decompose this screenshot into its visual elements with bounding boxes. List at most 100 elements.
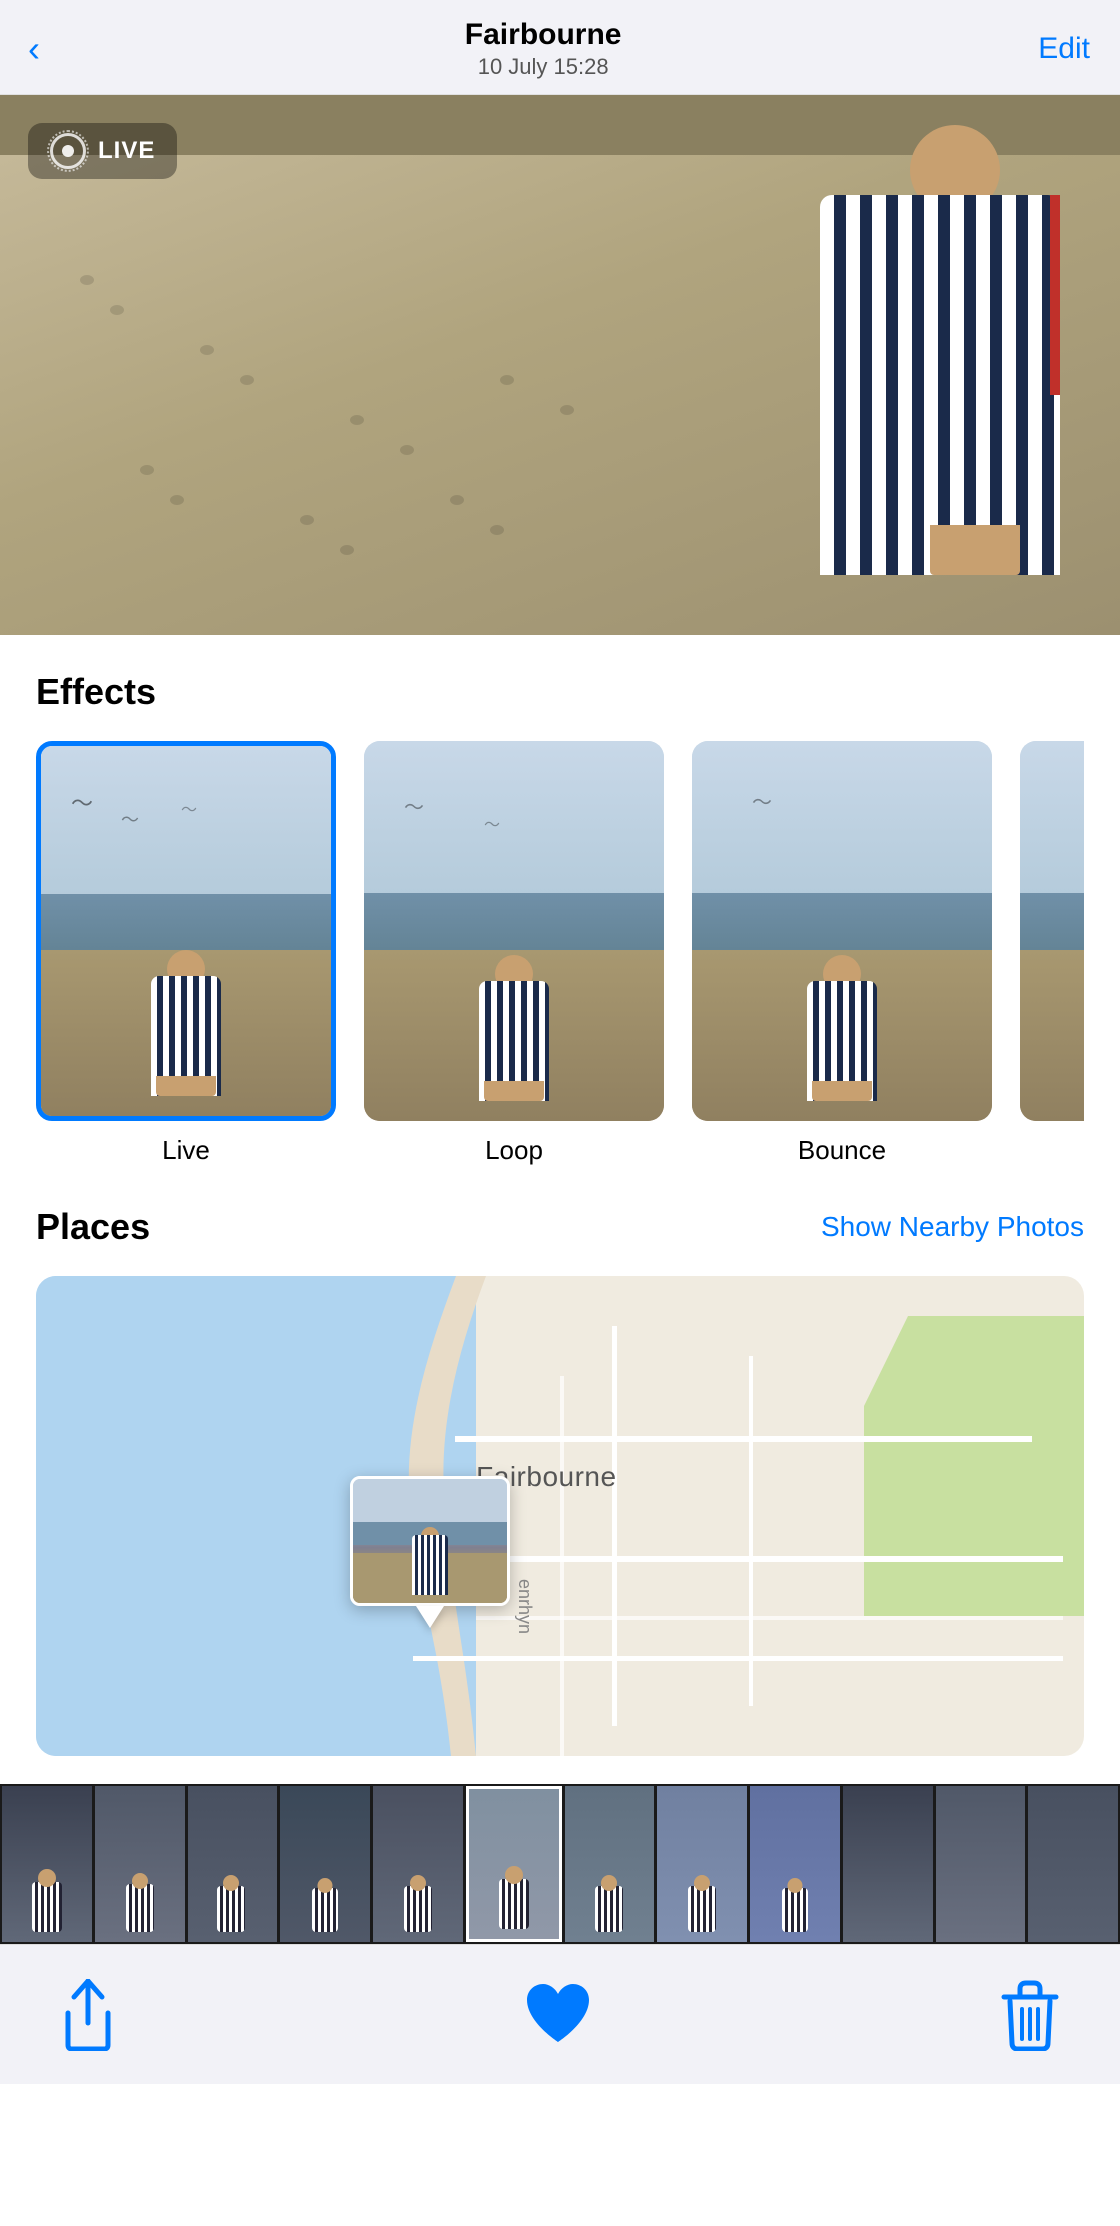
effects-title: Effects (36, 671, 156, 713)
map-road (612, 1326, 617, 1726)
footprint (80, 275, 94, 285)
hero-child-figure (780, 95, 1080, 575)
footprint (490, 525, 504, 535)
thumb-child-head (787, 1878, 802, 1893)
footprint (300, 515, 314, 525)
effect-thumb-inner-partial (1020, 741, 1084, 1121)
thumb-child-legs (812, 1081, 872, 1101)
effect-thumb-loop[interactable]: 〜 〜 (364, 741, 664, 1121)
thumb-child-figure (782, 1888, 808, 1932)
map-road (455, 1436, 1031, 1442)
thumb-child-figure (688, 1886, 716, 1932)
effect-item-live[interactable]: 〜 〜 〜 Live (36, 741, 336, 1166)
effects-section: Effects 〜 〜 〜 (0, 635, 1120, 1166)
bird-icon: 〜 (484, 811, 500, 835)
thumb-child-head (694, 1875, 710, 1891)
effect-item-loop[interactable]: 〜 〜 Loop (364, 741, 664, 1166)
map-road (413, 1656, 1063, 1661)
map-road (476, 1616, 1063, 1620)
effect-label-bounce: Bounce (798, 1135, 886, 1166)
share-icon (60, 1979, 116, 2051)
thumb-child-legs (484, 1081, 544, 1101)
live-badge[interactable]: LIVE (28, 123, 177, 179)
footprint (450, 495, 464, 505)
thumb-child-head (601, 1875, 617, 1891)
places-title: Places (36, 1206, 150, 1248)
thumb-child-figure (474, 961, 554, 1101)
footprint (340, 545, 354, 555)
map-pin-arrow (416, 1606, 444, 1628)
thumbnail-strip[interactable] (0, 1784, 1120, 1944)
effect-thumb-inner-bounce: 〜 (692, 741, 992, 1121)
thumb-child-figure (404, 1886, 432, 1932)
thumb-child-legs (156, 1076, 216, 1096)
bottom-toolbar (0, 1944, 1120, 2084)
header-date: 10 July 15:28 (48, 54, 1038, 80)
effect-item-partial[interactable] (1020, 741, 1084, 1166)
strip-thumbnail[interactable] (280, 1786, 370, 1942)
bird-icon: 〜 (181, 796, 197, 820)
live-ring (47, 130, 89, 172)
strip-thumbnail[interactable] (188, 1786, 278, 1942)
strip-thumbnail[interactable] (2, 1786, 92, 1942)
places-header: Places Show Nearby Photos (36, 1206, 1084, 1248)
heart-icon (523, 1982, 593, 2048)
effect-thumb-bounce[interactable]: 〜 (692, 741, 992, 1121)
strip-thumbnail[interactable] (95, 1786, 185, 1942)
footprint (560, 405, 574, 415)
footprint (200, 345, 214, 355)
strip-thumbnail[interactable] (1028, 1786, 1118, 1942)
effects-row: 〜 〜 〜 Live (36, 741, 1084, 1166)
header: ‹ Fairbourne 10 July 15:28 Edit (0, 0, 1120, 95)
poncho-accent (1050, 195, 1060, 395)
strip-thumbnail[interactable] (565, 1786, 655, 1942)
effect-thumb-inner-loop: 〜 〜 (364, 741, 664, 1121)
map-road (749, 1356, 753, 1706)
thumb-child-figure (32, 1882, 62, 1932)
effect-thumb-inner-live: 〜 〜 〜 (41, 746, 331, 1116)
thumb-child-head (505, 1866, 523, 1884)
bird-icon: 〜 (404, 791, 424, 820)
effect-label-loop: Loop (485, 1135, 543, 1166)
effect-thumb-live[interactable]: 〜 〜 〜 (36, 741, 336, 1121)
strip-thumbnail[interactable] (843, 1786, 933, 1942)
effect-thumb-partial (1020, 741, 1084, 1121)
thumb-child-figure (499, 1879, 529, 1929)
map-road-label: enrhyn (514, 1579, 535, 1634)
delete-button[interactable] (1000, 1979, 1060, 2051)
strip-thumbnail[interactable] (657, 1786, 747, 1942)
thumb-child-figure (126, 1884, 154, 1932)
strip-thumbnail[interactable] (936, 1786, 1026, 1942)
thumb-sand (1020, 950, 1084, 1121)
trash-icon (1000, 1979, 1060, 2051)
live-label: LIVE (98, 137, 155, 165)
effects-header: Effects (36, 671, 1084, 713)
effect-item-bounce[interactable]: 〜 Bounce (692, 741, 992, 1166)
child-poncho (820, 195, 1060, 575)
back-button[interactable]: ‹ (20, 27, 48, 71)
thumb-child-figure (595, 1886, 623, 1932)
bird-icon: 〜 (752, 786, 772, 815)
favorite-button[interactable] (523, 1982, 593, 2048)
strip-thumbnail[interactable] (750, 1786, 840, 1942)
footprint (140, 465, 154, 475)
strip-thumbnail[interactable] (373, 1786, 463, 1942)
show-nearby-photos-button[interactable]: Show Nearby Photos (821, 1211, 1084, 1243)
map-pin-thumbnail (350, 1476, 510, 1606)
footprint (350, 415, 364, 425)
footprint (240, 375, 254, 385)
edit-button[interactable]: Edit (1038, 32, 1090, 66)
map-road (560, 1376, 564, 1756)
page-title: Fairbourne (48, 18, 1038, 52)
thumb-child-figure (217, 1886, 245, 1932)
child-feet (970, 525, 1020, 575)
footprint (400, 445, 414, 455)
share-button[interactable] (60, 1979, 116, 2051)
map-container[interactable]: Fairbourne enrhyn (36, 1276, 1084, 1756)
places-section: Places Show Nearby Photos Fairbourne enr… (0, 1206, 1120, 1756)
map-photo-pin[interactable] (350, 1476, 510, 1628)
thumb-child-figure (802, 961, 882, 1101)
header-center: Fairbourne 10 July 15:28 (48, 18, 1038, 80)
footprint (170, 495, 184, 505)
strip-thumbnail-active[interactable] (466, 1786, 562, 1942)
